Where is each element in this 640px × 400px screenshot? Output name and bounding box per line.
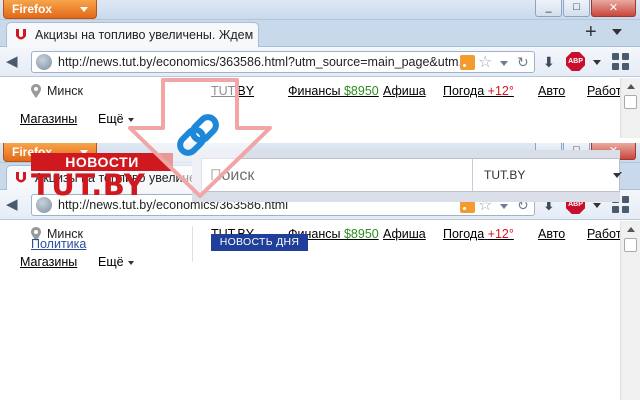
scroll-thumb[interactable] [624, 238, 637, 252]
back-arrow-icon[interactable]: ◀ [6, 52, 18, 70]
price-value: $8950 [343, 84, 379, 98]
maximize-icon: □ [573, 1, 580, 13]
globe-icon [36, 54, 52, 70]
titlebar: Firefox – □ ✕ [0, 0, 640, 20]
tut-by-favicon-icon [16, 29, 26, 40]
site-nav: Минск TUT.BY Финансы $8950 Афиша Погода … [0, 221, 640, 249]
tut-by-favicon-icon [16, 172, 26, 183]
nav-link-weather-label: Погода [443, 227, 485, 241]
chevron-down-icon [127, 117, 134, 122]
nav-link-shops[interactable]: Магазины [20, 255, 77, 269]
adblock-plus-icon[interactable]: ABP [566, 52, 585, 71]
nav-link-afisha[interactable]: Афиша [383, 227, 426, 241]
url-history-chevron-icon[interactable] [500, 61, 508, 66]
minimize-icon: – [545, 6, 552, 18]
more-menu[interactable]: Ещё [98, 255, 134, 269]
chain-link-icon [177, 114, 219, 156]
bookmark-star-icon[interactable]: ☆ [478, 52, 492, 72]
nav-link-auto[interactable]: Авто [538, 227, 565, 241]
nav-link-shops[interactable]: Магазины [20, 112, 77, 126]
nav-link-jobs[interactable]: Работ [587, 84, 621, 98]
firefox-menu-label: Firefox [12, 2, 53, 16]
nav-link-finance-label: Финансы [288, 84, 341, 98]
adblock-chevron-icon[interactable] [593, 60, 601, 65]
tab-bar: Акцизы на топливо увеличены. Ждем ... + [0, 20, 640, 47]
rss-icon[interactable] [460, 55, 475, 70]
download-icon[interactable]: ⬇ [543, 54, 555, 71]
nav-link-weather[interactable]: Погода +12° [443, 227, 514, 241]
chevron-down-icon [613, 173, 621, 178]
temperature-value: +12° [487, 227, 514, 241]
close-icon: ✕ [608, 2, 619, 14]
scroll-up-icon[interactable] [627, 227, 635, 232]
logo-bottom-text: TUT.BY [31, 168, 146, 202]
nav-link-finance[interactable]: Финансы $8950 [288, 84, 379, 98]
tab-list-chevron-icon[interactable] [612, 29, 622, 35]
maximize-button[interactable]: □ [563, 0, 590, 17]
search-scope-select[interactable]: TUT.BY [472, 159, 622, 191]
site-logo[interactable]: НОВОСТИ TUT.BY [31, 153, 173, 202]
nav-link-auto[interactable]: Авто [538, 84, 565, 98]
reload-icon[interactable]: ↻ [517, 54, 529, 71]
column-divider [192, 226, 193, 262]
minimize-button[interactable]: – [535, 0, 562, 18]
tab-title: Акцизы на топливо увеличены. Ждем ... [35, 28, 257, 42]
page-content: Минск TUT.BY Финансы $8950 Афиша Погода … [0, 221, 621, 400]
page-content: Минск TUT.BY Финансы $8950 Афиша Погода … [0, 78, 621, 138]
back-arrow-icon[interactable]: ◀ [6, 195, 18, 213]
navigation-bar: ◀ http://news.tut.by/economics/363586.ht… [0, 47, 640, 77]
new-tab-button[interactable]: + [585, 22, 597, 42]
tab-active[interactable]: Акцизы на топливо увеличены. Ждем ... [6, 22, 259, 47]
more-label: Ещё [98, 255, 124, 269]
nav-link-tutby[interactable]: TUT.BY [211, 84, 254, 98]
nav-link-afisha[interactable]: Афиша [383, 84, 426, 98]
search-input[interactable]: Поиск [210, 167, 254, 185]
chevron-down-icon [80, 7, 88, 12]
url-history-chevron-icon[interactable] [500, 204, 508, 209]
search-panel: Поиск TUT.BY [192, 150, 622, 202]
temperature-value: +12° [487, 84, 514, 98]
url-text: http://news.tut.by/economics/363586.html… [58, 55, 469, 69]
price-value: $8950 [343, 227, 379, 241]
scrollbar[interactable] [620, 78, 640, 138]
site-nav: Минск TUT.BY Финансы $8950 Афиша Погода … [0, 78, 640, 106]
nav-link-weather-label: Погода [443, 84, 485, 98]
browser-window-top: Firefox – □ ✕ Акцизы на топливо увеличен… [0, 0, 640, 138]
more-menu[interactable]: Ещё [98, 112, 134, 126]
firefox-menu-button[interactable]: Firefox [3, 0, 97, 19]
search-scope-value: TUT.BY [484, 168, 526, 182]
search-field[interactable]: Поиск TUT.BY [201, 158, 622, 192]
city-label: Минск [47, 84, 84, 98]
close-button[interactable]: ✕ [591, 0, 636, 17]
url-bar[interactable]: http://news.tut.by/economics/363586.html… [31, 51, 535, 73]
nav-link-jobs[interactable]: Работ [587, 227, 621, 241]
scrollbar[interactable] [620, 221, 640, 400]
news-of-day-badge[interactable]: НОВОСТЬ ДНЯ [211, 234, 308, 251]
toolbar-menu-icon[interactable] [612, 53, 630, 71]
adblock-chevron-icon[interactable] [593, 203, 601, 208]
scroll-thumb[interactable] [624, 95, 637, 109]
more-label: Ещё [98, 112, 124, 126]
location-pin-icon [31, 84, 41, 98]
nav-link-weather[interactable]: Погода +12° [443, 84, 514, 98]
sidebar-item-politics[interactable]: Политика [31, 237, 86, 251]
scroll-up-icon[interactable] [627, 84, 635, 89]
chevron-down-icon [127, 260, 134, 265]
